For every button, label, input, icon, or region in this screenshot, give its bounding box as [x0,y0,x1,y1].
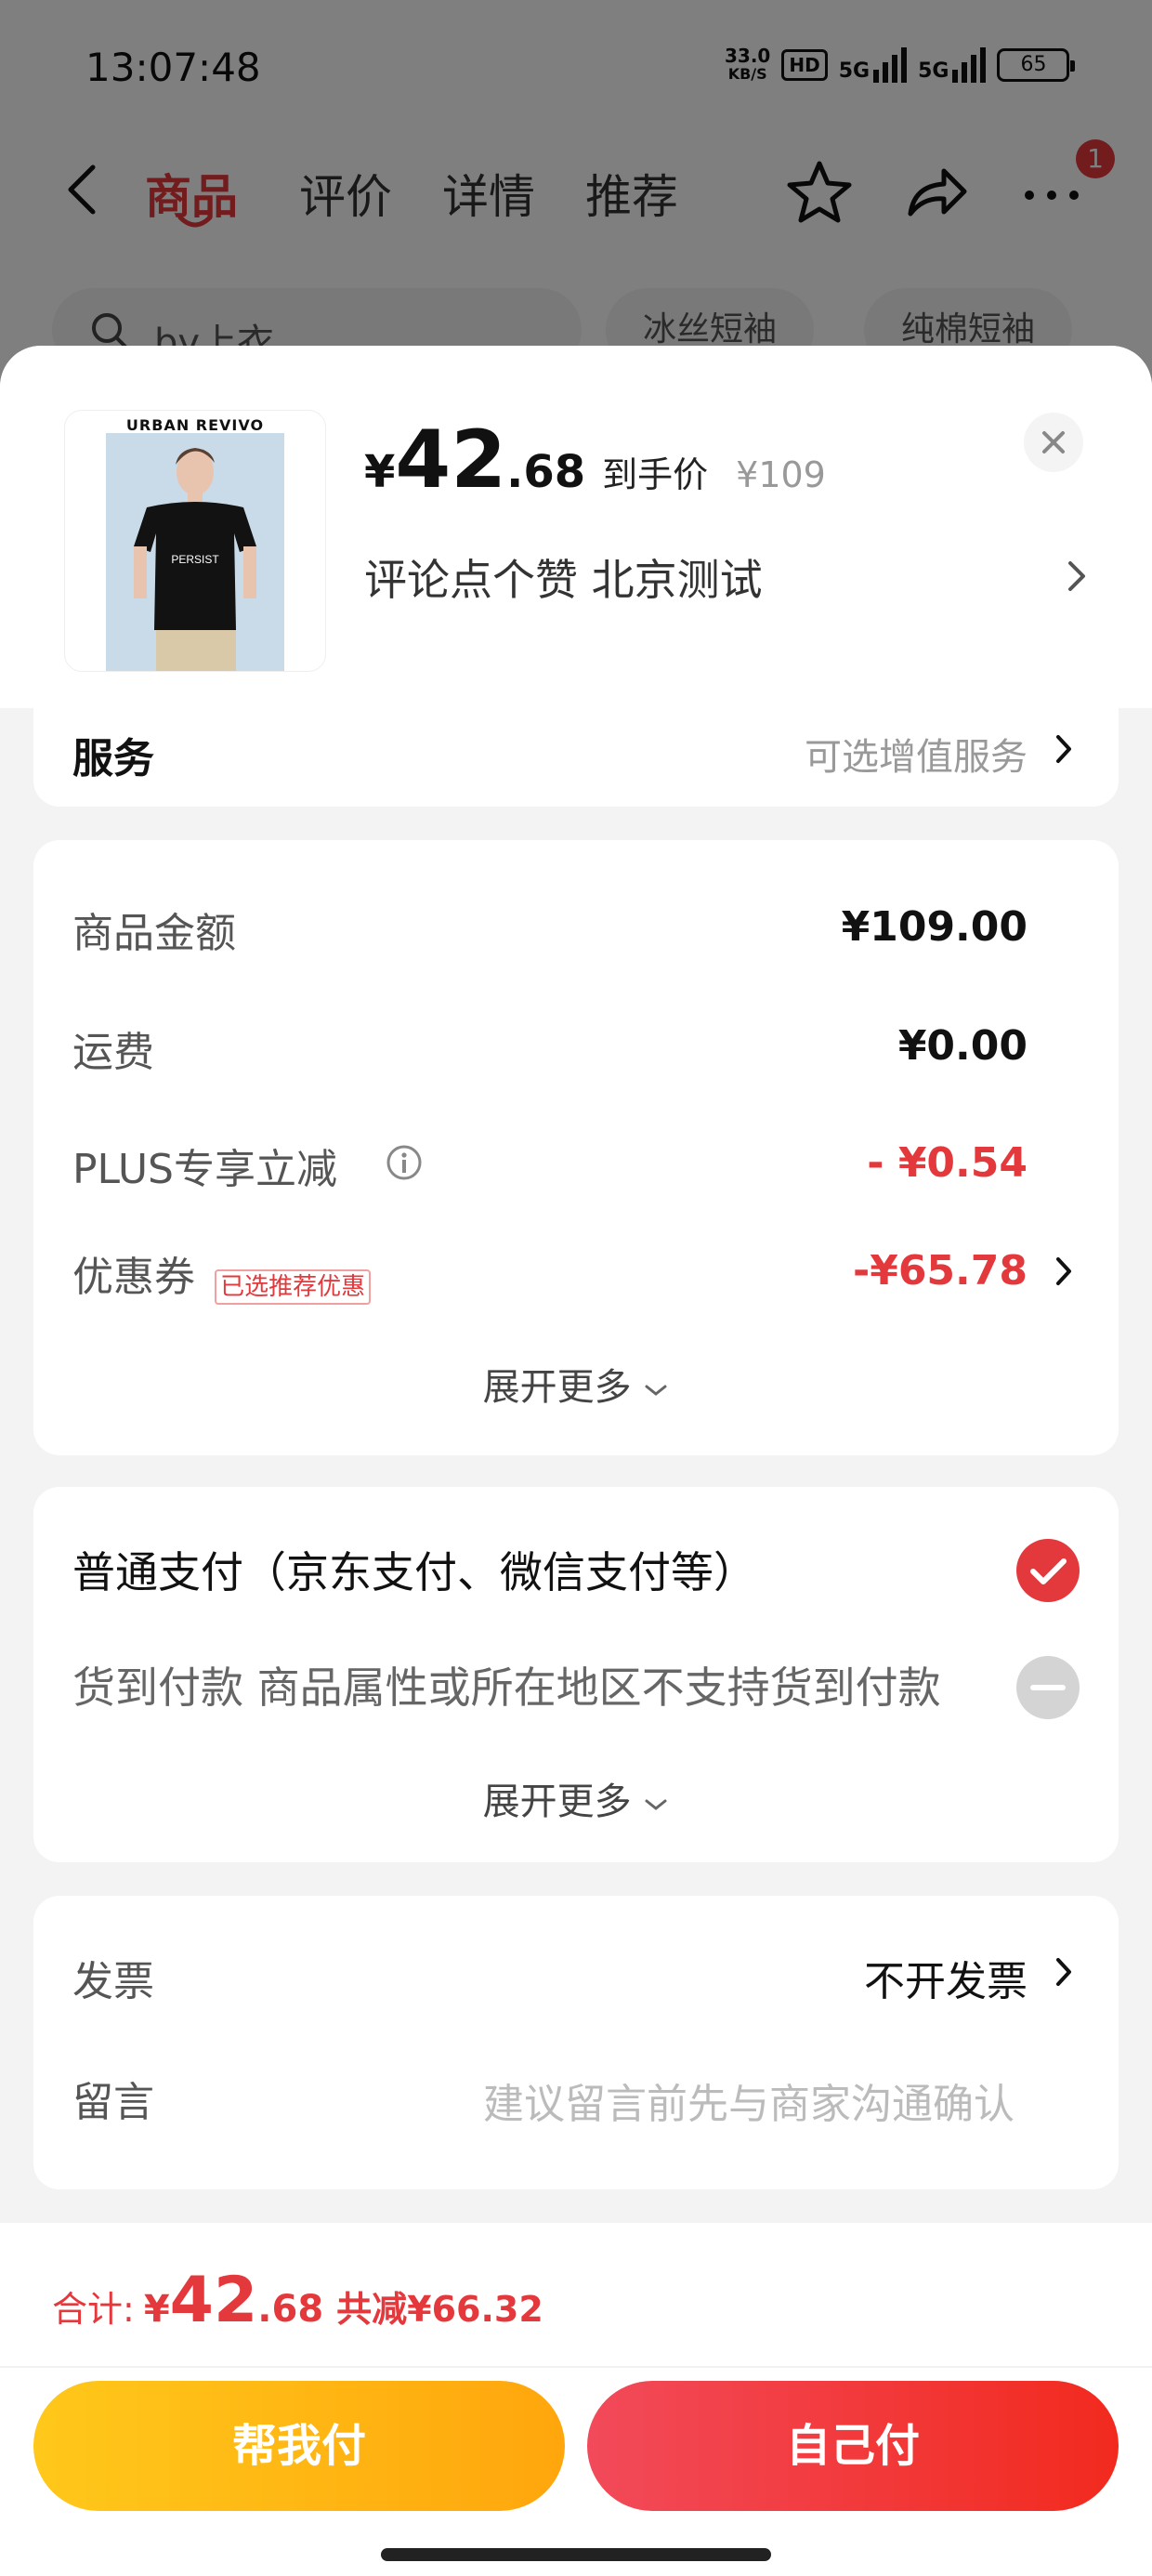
chevron-right-icon [1056,1958,1071,1986]
invoice-value: 不开发票 [864,1958,1028,2005]
checked-circle-icon[interactable] [1015,1537,1081,1604]
row-label-coupon: 优惠券 [72,1254,195,1301]
selected-spec: 评论点个赞 北京测试 [364,555,763,605]
payment-method-card: 普通支付（京东支付、微信支付等） 货到付款 商品属性或所在地区不支持货到付款 展… [33,1487,1119,1862]
shirt-print-text: PERSIST [171,553,219,566]
disabled-circle-icon [1016,1656,1080,1719]
self-pay-button[interactable]: 自己付 [587,2381,1119,2511]
product-image[interactable]: URBAN REVIVO PERSIST [65,411,325,671]
close-button[interactable] [1024,413,1083,472]
home-indicator[interactable] [381,2548,771,2561]
sheet-header: URBAN REVIVO PERSIST ¥ 42 .68 到手价 ¥109 评… [0,346,1152,708]
deal-price-label: 到手价 [602,454,709,495]
note-label: 留言 [72,2079,154,2126]
payment-option-normal[interactable]: 普通支付（京东支付、微信支付等） [72,1539,756,1600]
row-label-shipping: 运费 [72,1029,154,1076]
invoice-note-card: 发票 不开发票 留言 建议留言前先与商家沟通确认 [33,1896,1119,2189]
close-icon [1042,431,1065,453]
total-summary: 合计: ¥ 42 .68 共减¥66.32 [52,2269,543,2333]
product-photo: PERSIST [106,433,284,671]
row-label-plus-discount: PLUS专享立减 [72,1146,337,1193]
price-currency: ¥ [364,446,396,498]
row-label-goods-amount: 商品金额 [72,910,236,957]
price-decimal: .68 [506,446,586,498]
total-decimal: .68 [257,2288,324,2331]
goods-amount-value: ¥109.00 [841,903,1028,951]
expand-more-label: 展开更多 [482,1781,632,1823]
chevron-right-icon[interactable] [1054,1255,1074,1288]
chevron-down-icon [645,1799,667,1810]
chevron-right-icon [1056,735,1071,763]
checkout-bar: 合计: ¥ 42 .68 共减¥66.32 帮我付 自己付 [0,2223,1152,2576]
total-integer: 42 [169,2264,258,2337]
expand-more-button[interactable]: 展开更多 [33,1357,1119,1411]
chevron-right-icon [1068,561,1085,591]
plus-discount-value: - ¥0.54 [867,1139,1028,1187]
price-detail-card: 商品金额 ¥109.00 运费 ¥0.00 PLUS专享立减 - ¥0.54 优… [33,840,1119,1455]
chevron-down-icon [645,1385,667,1396]
divider [0,2366,1152,2368]
expand-more-button[interactable]: 展开更多 [33,1771,1119,1825]
note-input[interactable]: 建议留言前先与商家沟通确认 [483,2070,1015,2130]
original-price: ¥109 [736,454,826,495]
service-label: 服务 [72,735,154,782]
invoice-row[interactable]: 发票 不开发票 [33,1896,1119,2035]
spec-selector[interactable]: 评论点个赞 北京测试 [364,546,1089,611]
payment-option-cod: 货到付款 商品属性或所在地区不支持货到付款 [72,1663,941,1713]
help-pay-button[interactable]: 帮我付 [33,2381,565,2511]
coupon-label-group: 优惠券 已选推荐优惠 [72,1243,372,1305]
deal-price: ¥ 42 .68 到手价 ¥109 [364,420,826,500]
shipping-value: ¥0.00 [897,1022,1028,1070]
coupon-value[interactable]: -¥65.78 [853,1247,1028,1295]
total-saved: 共减¥66.32 [336,2289,543,2330]
service-value: 可选增值服务 [805,736,1028,779]
recommended-coupon-tag: 已选推荐优惠 [215,1268,372,1305]
total-label: 合计: [52,2289,135,2330]
price-integer: 42 [395,414,507,506]
invoice-label: 发票 [72,1958,154,2005]
expand-more-label: 展开更多 [482,1366,632,1409]
info-icon[interactable] [385,1143,424,1182]
total-currency: ¥ [143,2288,170,2331]
